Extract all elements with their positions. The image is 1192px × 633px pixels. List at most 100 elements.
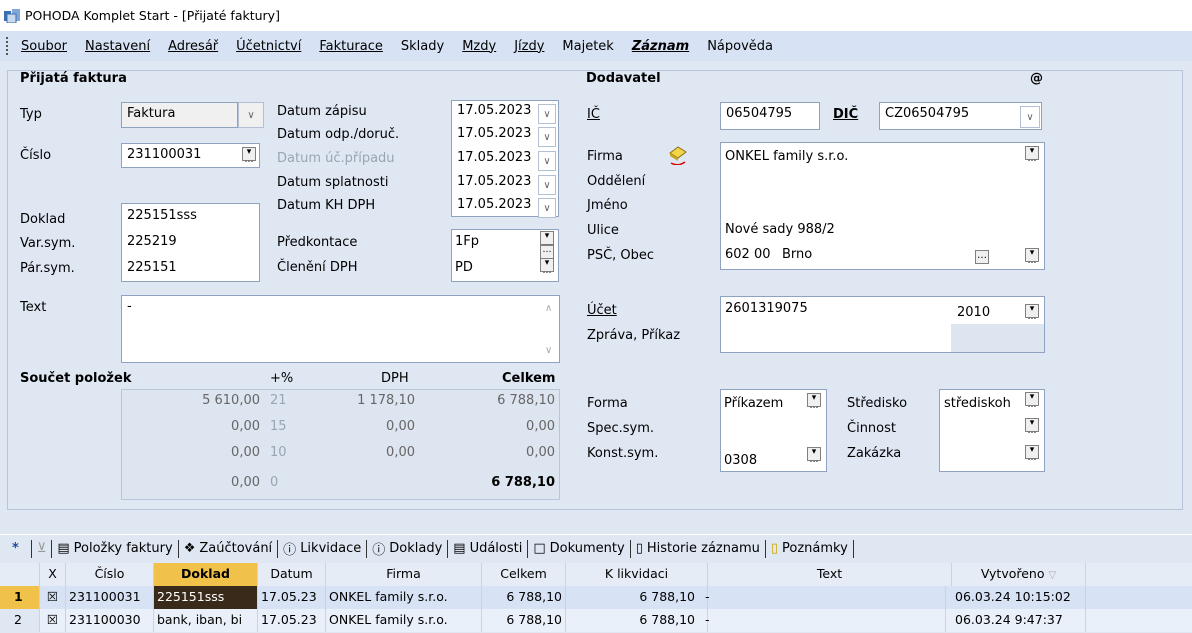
datum-uc-dropdown[interactable]: ∨ — [538, 151, 556, 171]
varsym-field[interactable]: 225219 — [127, 234, 177, 249]
psc-picker-button[interactable]: ▾… — [1025, 248, 1039, 266]
predkontace-field[interactable]: 1Fp — [455, 234, 479, 249]
datum-odp-field[interactable]: 17.05.2023 — [457, 126, 531, 141]
doklad-field[interactable]: 225151sss — [127, 208, 197, 223]
datum-uc-field[interactable]: 17.05.2023 — [457, 150, 531, 165]
cislo-picker-button[interactable]: ▾… — [242, 147, 256, 165]
menu-jizdy[interactable]: Jízdy — [514, 39, 544, 54]
menu-nastaveni[interactable]: Nastavení — [85, 39, 150, 54]
menu-sklady[interactable]: Sklady — [401, 39, 444, 54]
table-row[interactable]: 1 ☒ 231100031 225151sss 17.05.23 ONKEL f… — [0, 586, 1192, 609]
menu-majetek[interactable]: Majetek — [562, 39, 613, 54]
obec-field[interactable]: Brno — [782, 247, 812, 262]
tab-polozky-faktury[interactable]: ▤ Položky faktury — [52, 539, 179, 558]
tab-historie-zaznamu[interactable]: ▯ Historie záznamu — [631, 539, 766, 558]
tab-dokumenty[interactable]: □ Dokumenty — [528, 539, 631, 558]
cleneni-field[interactable]: PD — [455, 260, 473, 275]
text-scroll-down-icon[interactable]: ∨ — [545, 345, 552, 356]
konstsym-picker-button[interactable]: ▾… — [807, 447, 821, 465]
predkontace-picker-button[interactable]: ▾… — [540, 231, 554, 249]
forma-picker-button[interactable]: ▾… — [807, 393, 821, 411]
ic-field[interactable]: 06504795 — [720, 102, 820, 130]
stredisko-field[interactable]: střediskoh — [944, 396, 1011, 411]
email-at-icon[interactable]: @ — [1027, 71, 1046, 86]
cislo-field[interactable]: 231100031 — [121, 143, 260, 168]
dic-dropdown-button[interactable]: ∨ — [1020, 106, 1040, 128]
ucet-picker-button[interactable]: ▾… — [1025, 304, 1039, 322]
konstsym-field[interactable]: 0308 — [724, 453, 757, 468]
tab-likvidace[interactable]: ⓘ Likvidace — [278, 539, 368, 558]
parsym-field[interactable]: 225151 — [127, 260, 177, 275]
summary-header-pct: +% — [270, 371, 294, 386]
row-checkbox-icon[interactable]: ☒ — [40, 609, 66, 632]
datum-kh-dropdown[interactable]: ∨ — [538, 198, 556, 218]
datum-splatnosti-dropdown[interactable]: ∨ — [538, 175, 556, 195]
col-header-firma[interactable]: Firma — [326, 563, 482, 586]
datum-zapisu-dropdown[interactable]: ∨ — [538, 104, 556, 124]
stredisko-picker-button[interactable]: ▾… — [1025, 392, 1039, 410]
summary-base: 5 610,00 — [202, 393, 260, 408]
ic-label[interactable]: IČ — [587, 107, 600, 122]
text-scroll-up-icon[interactable]: ∧ — [545, 303, 552, 314]
cell-celkem: 6 788,10 — [482, 609, 566, 632]
filter-icon[interactable]: ⊻ — [32, 539, 53, 558]
col-header-vytvoreno[interactable]: Vytvořeno ▽ — [952, 563, 1086, 586]
datum-kh-field[interactable]: 17.05.2023 — [457, 197, 531, 212]
dic-field[interactable]: CZ06504795 — [879, 102, 1042, 130]
stredisko-label: Středisko — [847, 396, 908, 411]
firma-picker-button[interactable]: ▾… — [1025, 146, 1039, 164]
ucet-label[interactable]: Účet — [587, 303, 617, 318]
cinnost-picker-button[interactable]: ▾… — [1025, 418, 1039, 436]
table-row[interactable]: 2 ☒ 231100030 bank, iban, bi 17.05.23 ON… — [0, 609, 1192, 632]
col-header-celkem[interactable]: Celkem — [482, 563, 566, 586]
tab-udalosti[interactable]: ▤ Události — [448, 539, 529, 558]
cell-doklad[interactable]: 225151sss — [154, 586, 258, 609]
datum-splatnosti-field[interactable]: 17.05.2023 — [457, 174, 531, 189]
menu-ucetnictvi[interactable]: Účetnictví — [236, 39, 301, 54]
row-number: 2 — [0, 609, 40, 632]
cell-cislo: 231100030 — [66, 609, 154, 632]
bank-code-field[interactable]: 2010 — [957, 305, 990, 320]
agenda-tabs: * ⊻ ▤ Položky faktury ❖ Zaúčtování ⓘ Likvid… — [0, 534, 1192, 562]
col-header-cislo[interactable]: Číslo — [66, 563, 154, 586]
ucet-field[interactable]: 2601319075 — [725, 301, 808, 316]
text-area[interactable]: - — [121, 295, 560, 363]
menu-zaznam[interactable]: Záznam — [632, 39, 689, 54]
new-record-star-icon[interactable]: * — [0, 539, 32, 558]
cell-text: - — [702, 609, 946, 632]
varsym-label: Var.sym. — [20, 236, 76, 251]
konstsym-label: Konst.sym. — [587, 446, 659, 461]
datum-odp-dropdown[interactable]: ∨ — [538, 127, 556, 147]
col-header-x[interactable]: X — [40, 563, 66, 586]
address-book-icon[interactable] — [668, 143, 688, 169]
menu-fakturace[interactable]: Fakturace — [319, 39, 383, 54]
typ-select[interactable]: Faktura — [121, 102, 238, 128]
menu-mzdy[interactable]: Mzdy — [462, 39, 496, 54]
typ-dropdown-button[interactable]: ∨ — [238, 102, 264, 128]
menu-soubor[interactable]: Soubor — [21, 39, 67, 54]
firma-field[interactable]: ONKEL family s.r.o. — [725, 149, 848, 164]
col-header-k-likvidaci[interactable]: K likvidaci — [566, 563, 708, 586]
obec-lookup-button[interactable]: … — [975, 250, 989, 264]
col-header-doklad[interactable]: Doklad — [154, 563, 258, 586]
menu-napoveda[interactable]: Nápověda — [707, 39, 773, 54]
cleneni-picker-button[interactable]: ▾… — [540, 258, 554, 276]
dic-label[interactable]: DIČ — [833, 107, 858, 122]
tab-doklady[interactable]: ⓘ Doklady — [367, 539, 449, 558]
ulice-field[interactable]: Nové sady 988/2 — [725, 222, 835, 237]
col-header-text[interactable]: Text — [708, 563, 952, 586]
tab-zauctovani[interactable]: ❖ Zaúčtování — [179, 539, 279, 558]
col-header-datum[interactable]: Datum — [258, 563, 326, 586]
info-circle-icon: ⓘ — [372, 543, 386, 558]
forma-field[interactable]: Příkazem — [724, 396, 783, 411]
cislo-label: Číslo — [20, 148, 52, 163]
psc-field[interactable]: 602 00 — [725, 247, 771, 262]
cleneni-label: Členění DPH — [277, 260, 358, 275]
tab-poznamky[interactable]: ▯ Poznámky — [766, 539, 854, 558]
row-checkbox-icon[interactable]: ☒ — [40, 586, 66, 609]
toolbar-grip[interactable] — [6, 37, 9, 55]
predkontace-list-button[interactable]: … — [540, 245, 554, 259]
zakazka-picker-button[interactable]: ▾… — [1025, 445, 1039, 463]
menu-adresar[interactable]: Adresář — [168, 39, 218, 54]
datum-zapisu-field[interactable]: 17.05.2023 — [457, 103, 531, 118]
